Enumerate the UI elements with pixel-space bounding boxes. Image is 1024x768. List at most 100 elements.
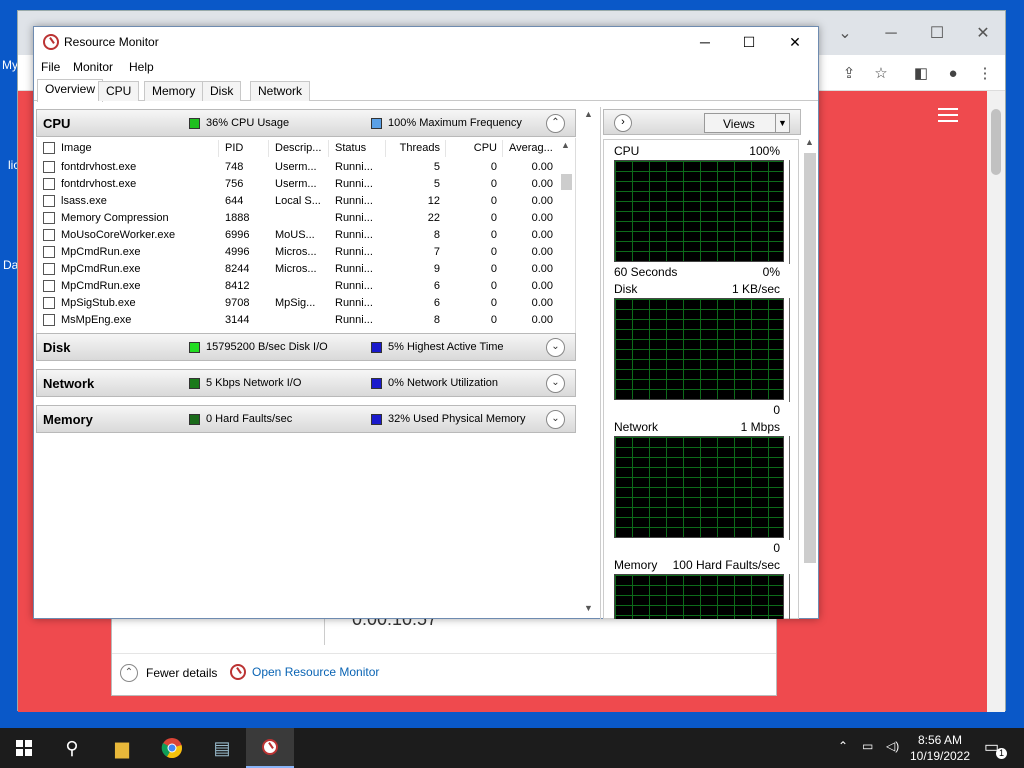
table-row[interactable]: fontdrvhost.exe 748 Userm... Runni... 5 0 0.00 xyxy=(37,159,559,176)
tab-cpu[interactable]: CPU xyxy=(98,81,140,101)
col-threads[interactable]: Threads xyxy=(392,142,440,154)
col-image[interactable]: Image xyxy=(61,142,92,154)
chrome-icon[interactable] xyxy=(148,728,196,768)
close-button[interactable]: ✕ xyxy=(772,27,818,57)
row-checkbox[interactable] xyxy=(43,178,55,190)
browser-minimize-icon[interactable]: ─ xyxy=(876,19,906,49)
select-all-checkbox[interactable] xyxy=(43,142,55,154)
table-row[interactable]: MpCmdRun.exe 8412 Runni... 6 0 0.00 xyxy=(37,278,559,295)
graph-memory xyxy=(614,574,784,619)
file-explorer-icon[interactable]: ▆ xyxy=(98,728,146,768)
row-checkbox[interactable] xyxy=(43,212,55,224)
row-status: Runni... xyxy=(335,314,373,326)
window-titlebar[interactable]: Resource Monitor ─ ☐ ✕ xyxy=(34,27,818,57)
views-dropdown[interactable]: Views ▼ xyxy=(704,113,790,133)
table-row[interactable]: MpSigStub.exe 9708 MpSig... Runni... 6 0 0.00 xyxy=(37,295,559,312)
menu-monitor[interactable]: Monitor xyxy=(73,60,113,74)
show-hidden-icons-icon[interactable]: ⌃ xyxy=(838,739,848,768)
page-hamburger-menu-icon[interactable] xyxy=(938,108,958,122)
col-status[interactable]: Status xyxy=(335,142,366,154)
resource-monitor-taskbar-icon[interactable] xyxy=(246,728,294,768)
row-checkbox[interactable] xyxy=(43,280,55,292)
table-row[interactable]: MpCmdRun.exe 8244 Micros... Runni... 9 0 0.00 xyxy=(37,261,559,278)
table-row[interactable]: fontdrvhost.exe 756 Userm... Runni... 5 0 0.00 xyxy=(37,176,559,193)
row-checkbox[interactable] xyxy=(43,263,55,275)
side-panel-icon[interactable]: ◧ xyxy=(910,63,932,85)
browser-maximize-icon[interactable]: ☐ xyxy=(922,19,952,49)
menu-file[interactable]: File xyxy=(41,60,60,74)
clock-time: 8:56 AM xyxy=(917,733,963,747)
tab-overview[interactable]: Overview xyxy=(37,79,104,102)
memory-section-header[interactable]: Memory 0 Hard Faults/sec 32% Used Physic… xyxy=(36,405,576,433)
table-row[interactable]: Memory Compression 1888 Runni... 22 0 0.00 xyxy=(37,210,559,227)
browser-scroll-thumb[interactable] xyxy=(991,109,1001,175)
left-pane-scrollbar[interactable]: ▲ ▼ xyxy=(580,107,597,619)
left-scroll-up-icon[interactable]: ▲ xyxy=(584,109,593,119)
row-checkbox[interactable] xyxy=(43,229,55,241)
graph-scroll-thumb[interactable] xyxy=(804,153,816,563)
disk-active-text: 5% Highest Active Time xyxy=(388,341,504,353)
table-scroll-thumb[interactable] xyxy=(561,174,572,190)
profile-avatar-icon[interactable]: ● xyxy=(942,63,964,85)
memory-expand-button[interactable]: ⌄ xyxy=(546,410,565,429)
volume-tray-icon[interactable]: ◁) xyxy=(886,739,899,768)
col-average[interactable]: Averag... xyxy=(509,142,553,154)
row-checkbox[interactable] xyxy=(43,195,55,207)
scroll-up-icon[interactable]: ▲ xyxy=(561,140,570,150)
fewer-details-button[interactable]: ⌃ Fewer details xyxy=(120,664,217,682)
start-button[interactable] xyxy=(0,728,48,768)
col-pid[interactable]: PID xyxy=(225,142,243,154)
disk-expand-button[interactable]: ⌄ xyxy=(546,338,565,357)
tab-network[interactable]: Network xyxy=(250,81,311,101)
row-status: Runni... xyxy=(335,212,373,224)
network-section-header[interactable]: Network 5 Kbps Network I/O 0% Network Ut… xyxy=(36,369,576,397)
row-pid: 9708 xyxy=(225,297,250,309)
table-row[interactable]: MoUsoCoreWorker.exe 6996 MoUS... Runni... 8 0… xyxy=(37,227,559,244)
left-scroll-down-icon[interactable]: ▼ xyxy=(584,603,593,613)
row-checkbox[interactable] xyxy=(43,314,55,326)
search-icon[interactable]: ⚲ xyxy=(48,728,96,768)
row-cpu: 0 xyxy=(490,195,497,207)
row-image: MpCmdRun.exe xyxy=(61,280,141,292)
table-row[interactable]: MpCmdRun.exe 4996 Micros... Runni... 7 0 0.00 xyxy=(37,244,559,261)
task-manager-taskbar-icon[interactable]: ▤ xyxy=(198,728,246,768)
cpu-collapse-button[interactable]: ⌃ xyxy=(546,114,565,133)
desktop-icon-label-1[interactable]: My xyxy=(2,58,18,72)
table-scrollbar[interactable]: ▲ ▼ xyxy=(558,138,575,348)
row-status: Runni... xyxy=(335,297,373,309)
browser-close-icon[interactable]: ✕ xyxy=(968,19,998,49)
share-icon[interactable]: ⇪ xyxy=(838,63,860,85)
row-checkbox[interactable] xyxy=(43,246,55,258)
row-pid: 1888 xyxy=(225,212,250,224)
expand-pane-icon[interactable]: › xyxy=(614,114,632,132)
row-image: MoUsoCoreWorker.exe xyxy=(61,229,176,241)
bookmark-star-icon[interactable]: ☆ xyxy=(870,63,892,85)
table-row[interactable]: MsMpEng.exe 3144 Runni... 8 0 0.00 xyxy=(37,312,559,329)
row-average: 0.00 xyxy=(531,314,553,326)
col-cpu[interactable]: CPU xyxy=(452,142,497,154)
graph-scroll-up-icon[interactable]: ▲ xyxy=(805,137,814,147)
maximize-button[interactable]: ☐ xyxy=(726,27,772,57)
open-resource-monitor-link[interactable]: Open Resource Monitor xyxy=(230,664,379,680)
cpu-process-table: Image PID Descrip... Status Threads CPU … xyxy=(36,138,576,348)
row-threads: 6 xyxy=(433,297,440,309)
table-row[interactable]: lsass.exe 644 Local S... Runni... 12 0 0.00 xyxy=(37,193,559,210)
row-checkbox[interactable] xyxy=(43,297,55,309)
menu-help[interactable]: Help xyxy=(129,60,154,74)
disk-section-header[interactable]: Disk 15795200 B/sec Disk I/O 5% Highest … xyxy=(36,333,576,361)
network-expand-button[interactable]: ⌄ xyxy=(546,374,565,393)
col-description[interactable]: Descrip... xyxy=(275,142,321,154)
row-image: fontdrvhost.exe xyxy=(61,178,137,190)
browser-tab-search-icon[interactable]: ⌄ xyxy=(830,19,860,49)
tab-disk[interactable]: Disk xyxy=(202,81,242,101)
cpu-section-header[interactable]: CPU 36% CPU Usage 100% Maximum Frequency… xyxy=(36,109,576,137)
browser-scrollbar[interactable] xyxy=(987,91,1005,712)
graph-pane-scrollbar[interactable]: ▲ ▼ xyxy=(803,137,817,617)
network-tray-icon[interactable]: ▭ xyxy=(862,739,873,768)
clock[interactable]: 8:56 AM 10/19/2022 xyxy=(908,732,972,764)
tab-memory[interactable]: Memory xyxy=(144,81,204,101)
row-checkbox[interactable] xyxy=(43,161,55,173)
minimize-button[interactable]: ─ xyxy=(682,27,728,57)
browser-menu-icon[interactable]: ⋮ xyxy=(974,63,996,85)
graph-pane-header: › Views ▼ xyxy=(603,109,801,135)
